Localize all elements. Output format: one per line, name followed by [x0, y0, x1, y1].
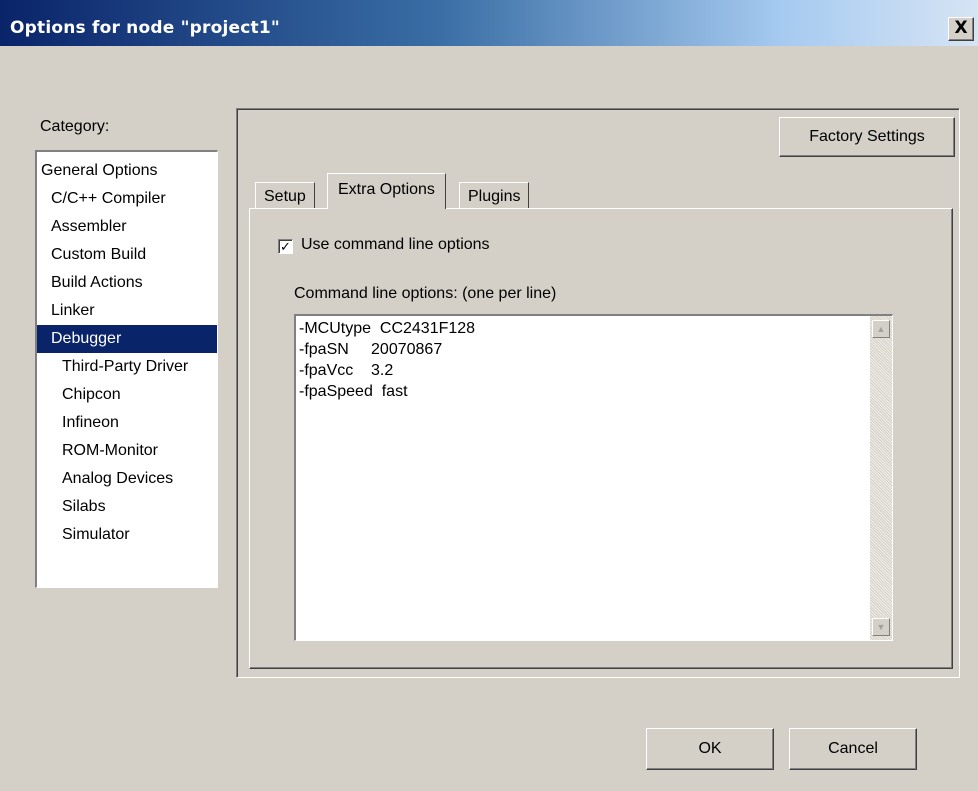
cmd-options-text: -MCUtype CC2431F128 -fpaSN 20070867 -fpa… — [299, 318, 475, 402]
category-item-custom-build[interactable]: Custom Build — [37, 241, 217, 269]
cancel-button[interactable]: Cancel — [789, 728, 917, 770]
cmd-line: -fpaVcc 3.2 — [299, 362, 394, 379]
category-item-third-party-driver[interactable]: Third-Party Driver — [37, 353, 217, 381]
options-panel: Factory Settings Setup Extra Options Plu… — [236, 108, 960, 678]
category-item-chipcon[interactable]: Chipcon — [37, 381, 217, 409]
cmd-line: -fpaSpeed fast — [299, 383, 408, 400]
use-cmd-options-label[interactable]: Use command line options — [301, 236, 490, 253]
category-item-linker[interactable]: Linker — [37, 297, 217, 325]
factory-settings-button[interactable]: Factory Settings — [779, 117, 955, 157]
category-item-c-cpp-compiler[interactable]: C/C++ Compiler — [37, 185, 217, 213]
tab-setup[interactable]: Setup — [255, 182, 315, 208]
use-cmd-options-checkbox[interactable]: ✓ — [278, 239, 293, 254]
checkmark-icon: ✓ — [280, 239, 291, 254]
category-item-simulator[interactable]: Simulator — [37, 521, 217, 549]
vertical-scrollbar[interactable]: ▲ ▼ — [870, 316, 892, 640]
category-list[interactable]: General Options C/C++ Compiler Assembler… — [35, 150, 218, 588]
cmd-options-label: Command line options: (one per line) — [294, 285, 557, 302]
category-item-debugger[interactable]: Debugger — [37, 325, 217, 353]
arrow-up-icon: ▲ — [876, 324, 886, 334]
category-item-assembler[interactable]: Assembler — [37, 213, 217, 241]
use-cmd-options-row[interactable]: ✓ Use command line options — [278, 234, 490, 256]
category-item-infineon[interactable]: Infineon — [37, 409, 217, 437]
arrow-down-icon: ▼ — [876, 622, 886, 632]
tab-pane-extra-options: ✓ Use command line options Command line o… — [249, 208, 953, 669]
category-item-analog-devices[interactable]: Analog Devices — [37, 465, 217, 493]
category-label: Category: — [40, 118, 110, 135]
cmd-line: -MCUtype CC2431F128 — [299, 320, 476, 337]
tab-plugins[interactable]: Plugins — [459, 182, 530, 208]
tab-extra-options[interactable]: Extra Options — [327, 173, 446, 209]
category-item-silabs[interactable]: Silabs — [37, 493, 217, 521]
ok-button[interactable]: OK — [646, 728, 774, 770]
title-bar[interactable]: Options for node "project1" X — [0, 0, 978, 46]
close-icon: X — [954, 18, 968, 38]
category-item-general-options[interactable]: General Options — [37, 157, 217, 185]
scroll-up-button[interactable]: ▲ — [872, 320, 890, 338]
scroll-down-button[interactable]: ▼ — [872, 618, 890, 636]
close-button[interactable]: X — [948, 17, 974, 41]
category-item-build-actions[interactable]: Build Actions — [37, 269, 217, 297]
category-item-rom-monitor[interactable]: ROM-Monitor — [37, 437, 217, 465]
window-title: Options for node "project1" — [10, 18, 280, 38]
cmd-options-textarea[interactable]: -MCUtype CC2431F128 -fpaSN 20070867 -fpa… — [294, 314, 893, 641]
cmd-line: -fpaSN 20070867 — [299, 341, 443, 358]
